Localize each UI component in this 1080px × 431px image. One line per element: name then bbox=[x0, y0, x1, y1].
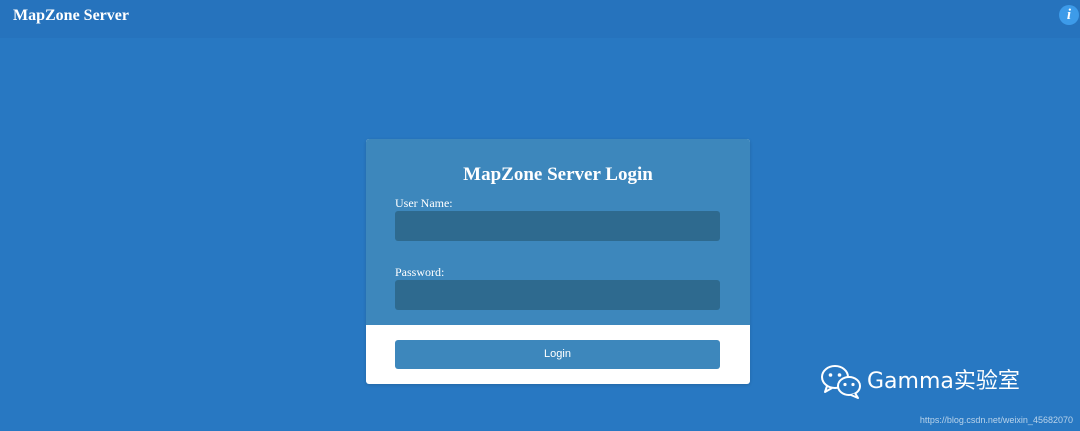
password-input[interactable] bbox=[395, 280, 720, 310]
watermark: Gamma实验室 bbox=[820, 362, 1020, 402]
source-url: https://blog.csdn.net/weixin_45682070 bbox=[919, 415, 1073, 425]
password-label: Password: bbox=[395, 265, 445, 279]
login-card: MapZone Server Login User Name: Password… bbox=[366, 139, 750, 384]
login-title: MapZone Server Login bbox=[463, 164, 653, 185]
username-label: User Name: bbox=[395, 196, 453, 210]
watermark-text: Gamma实验室 bbox=[867, 369, 1020, 394]
login-button[interactable]: Login bbox=[395, 340, 720, 369]
top-bar: MapZone Server i bbox=[0, 0, 1080, 38]
app-title: MapZone Server bbox=[13, 7, 129, 24]
login-form-panel: MapZone Server Login User Name: Password… bbox=[366, 139, 750, 325]
wechat-icon bbox=[820, 362, 864, 402]
username-input[interactable] bbox=[395, 211, 720, 241]
info-icon[interactable]: i bbox=[1059, 5, 1079, 25]
